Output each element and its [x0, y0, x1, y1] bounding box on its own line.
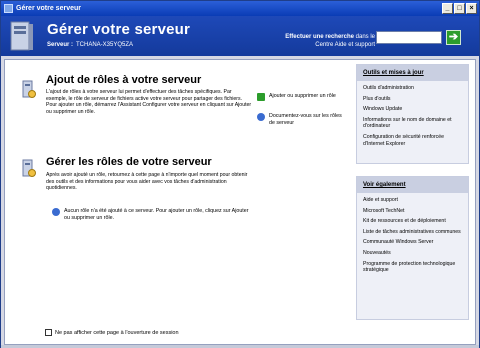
- window-title: Gérer votre serveur: [16, 5, 81, 12]
- tools-link[interactable]: Outils d'administration: [363, 85, 462, 92]
- section-text-manage-roles: Après avoir ajouté un rôle, retournez à …: [46, 172, 248, 192]
- search-label: Effectuer une recherche dans le Centre A…: [269, 33, 375, 49]
- see-also-panel-title: Voir également: [357, 177, 468, 193]
- startup-checkbox-label[interactable]: Ne pas afficher cette page à l'ouverture…: [55, 330, 179, 336]
- no-roles-note: Aucun rôle n'a été ajouté à ce serveur. …: [52, 208, 252, 221]
- tools-link[interactable]: Configuration de sécurité renforcée d'In…: [363, 134, 462, 147]
- server-name: TCHANA-X35YQ5ZA: [76, 42, 134, 48]
- no-roles-note-text: Aucun rôle n'a été ajouté à ce serveur. …: [64, 208, 249, 221]
- search-go-button[interactable]: ➔: [446, 30, 461, 45]
- see-also-link[interactable]: Programme de protection technologique st…: [363, 261, 462, 274]
- title-bar[interactable]: Gérer votre serveur _ □ ×: [1, 1, 479, 16]
- search-label-bold: Effectuer une recherche: [285, 34, 354, 40]
- server-line: Serveur : TCHANA-X35YQ5ZA: [47, 42, 133, 48]
- read-about-roles-link[interactable]: Documentez-vous sur les rôles de serveur: [257, 113, 347, 126]
- tools-link[interactable]: Windows Update: [363, 106, 462, 113]
- see-also-link[interactable]: Liste de tâches administratives communes: [363, 229, 462, 236]
- add-remove-role-link[interactable]: Ajouter ou supprimer un rôle: [257, 93, 347, 101]
- see-also-link[interactable]: Kit de ressources et de déploiement: [363, 218, 462, 225]
- see-also-link[interactable]: Microsoft TechNet: [363, 208, 462, 215]
- section-text-add-roles: L'ajout de rôles à votre serveur lui per…: [46, 89, 252, 115]
- see-also-panel: Voir également Aide et support Microsoft…: [356, 176, 469, 320]
- add-role-icon: [22, 80, 36, 98]
- section-title-add-roles: Ajout de rôles à votre serveur: [46, 74, 202, 86]
- section-title-manage-roles: Gérer les rôles de votre serveur: [46, 156, 212, 168]
- help-icon: [257, 113, 265, 121]
- app-icon: [4, 4, 13, 13]
- search-label-line2: Centre Aide et support: [315, 42, 375, 48]
- arrow-right-icon: [257, 93, 265, 101]
- see-also-link[interactable]: Aide et support: [363, 197, 462, 204]
- startup-checkbox-row[interactable]: Ne pas afficher cette page à l'ouverture…: [45, 329, 179, 336]
- manage-roles-icon: [22, 159, 36, 177]
- server-icon: [10, 21, 33, 51]
- read-about-roles-label[interactable]: Documentez-vous sur les rôles de serveur: [269, 113, 347, 126]
- tools-link[interactable]: Plus d'outils: [363, 96, 462, 103]
- tools-panel-title: Outils et mises à jour: [357, 65, 468, 81]
- see-also-link[interactable]: Nouveautés: [363, 250, 462, 257]
- sidebar: Outils et mises à jour Outils d'administ…: [356, 64, 469, 320]
- page-title: Gérer votre serveur: [47, 21, 191, 38]
- close-button[interactable]: ×: [466, 3, 477, 14]
- info-icon: [52, 208, 60, 216]
- window-controls: _ □ ×: [442, 3, 477, 14]
- tools-link[interactable]: Informations sur le nom de domaine et d'…: [363, 117, 462, 130]
- app-window: Gérer votre serveur _ □ × Gérer votre se…: [0, 0, 480, 348]
- startup-checkbox[interactable]: [45, 329, 52, 336]
- page-header: Gérer votre serveur Serveur : TCHANA-X35Y…: [1, 16, 479, 56]
- see-also-link[interactable]: Communauté Windows Server: [363, 239, 462, 246]
- tools-panel: Outils et mises à jour Outils d'administ…: [356, 64, 469, 164]
- search-input[interactable]: [376, 31, 442, 44]
- search-label-rest: dans le: [353, 34, 375, 40]
- add-remove-role-label[interactable]: Ajouter ou supprimer un rôle: [269, 93, 336, 101]
- maximize-button[interactable]: □: [454, 3, 465, 14]
- minimize-button[interactable]: _: [442, 3, 453, 14]
- server-label: Serveur :: [47, 42, 74, 48]
